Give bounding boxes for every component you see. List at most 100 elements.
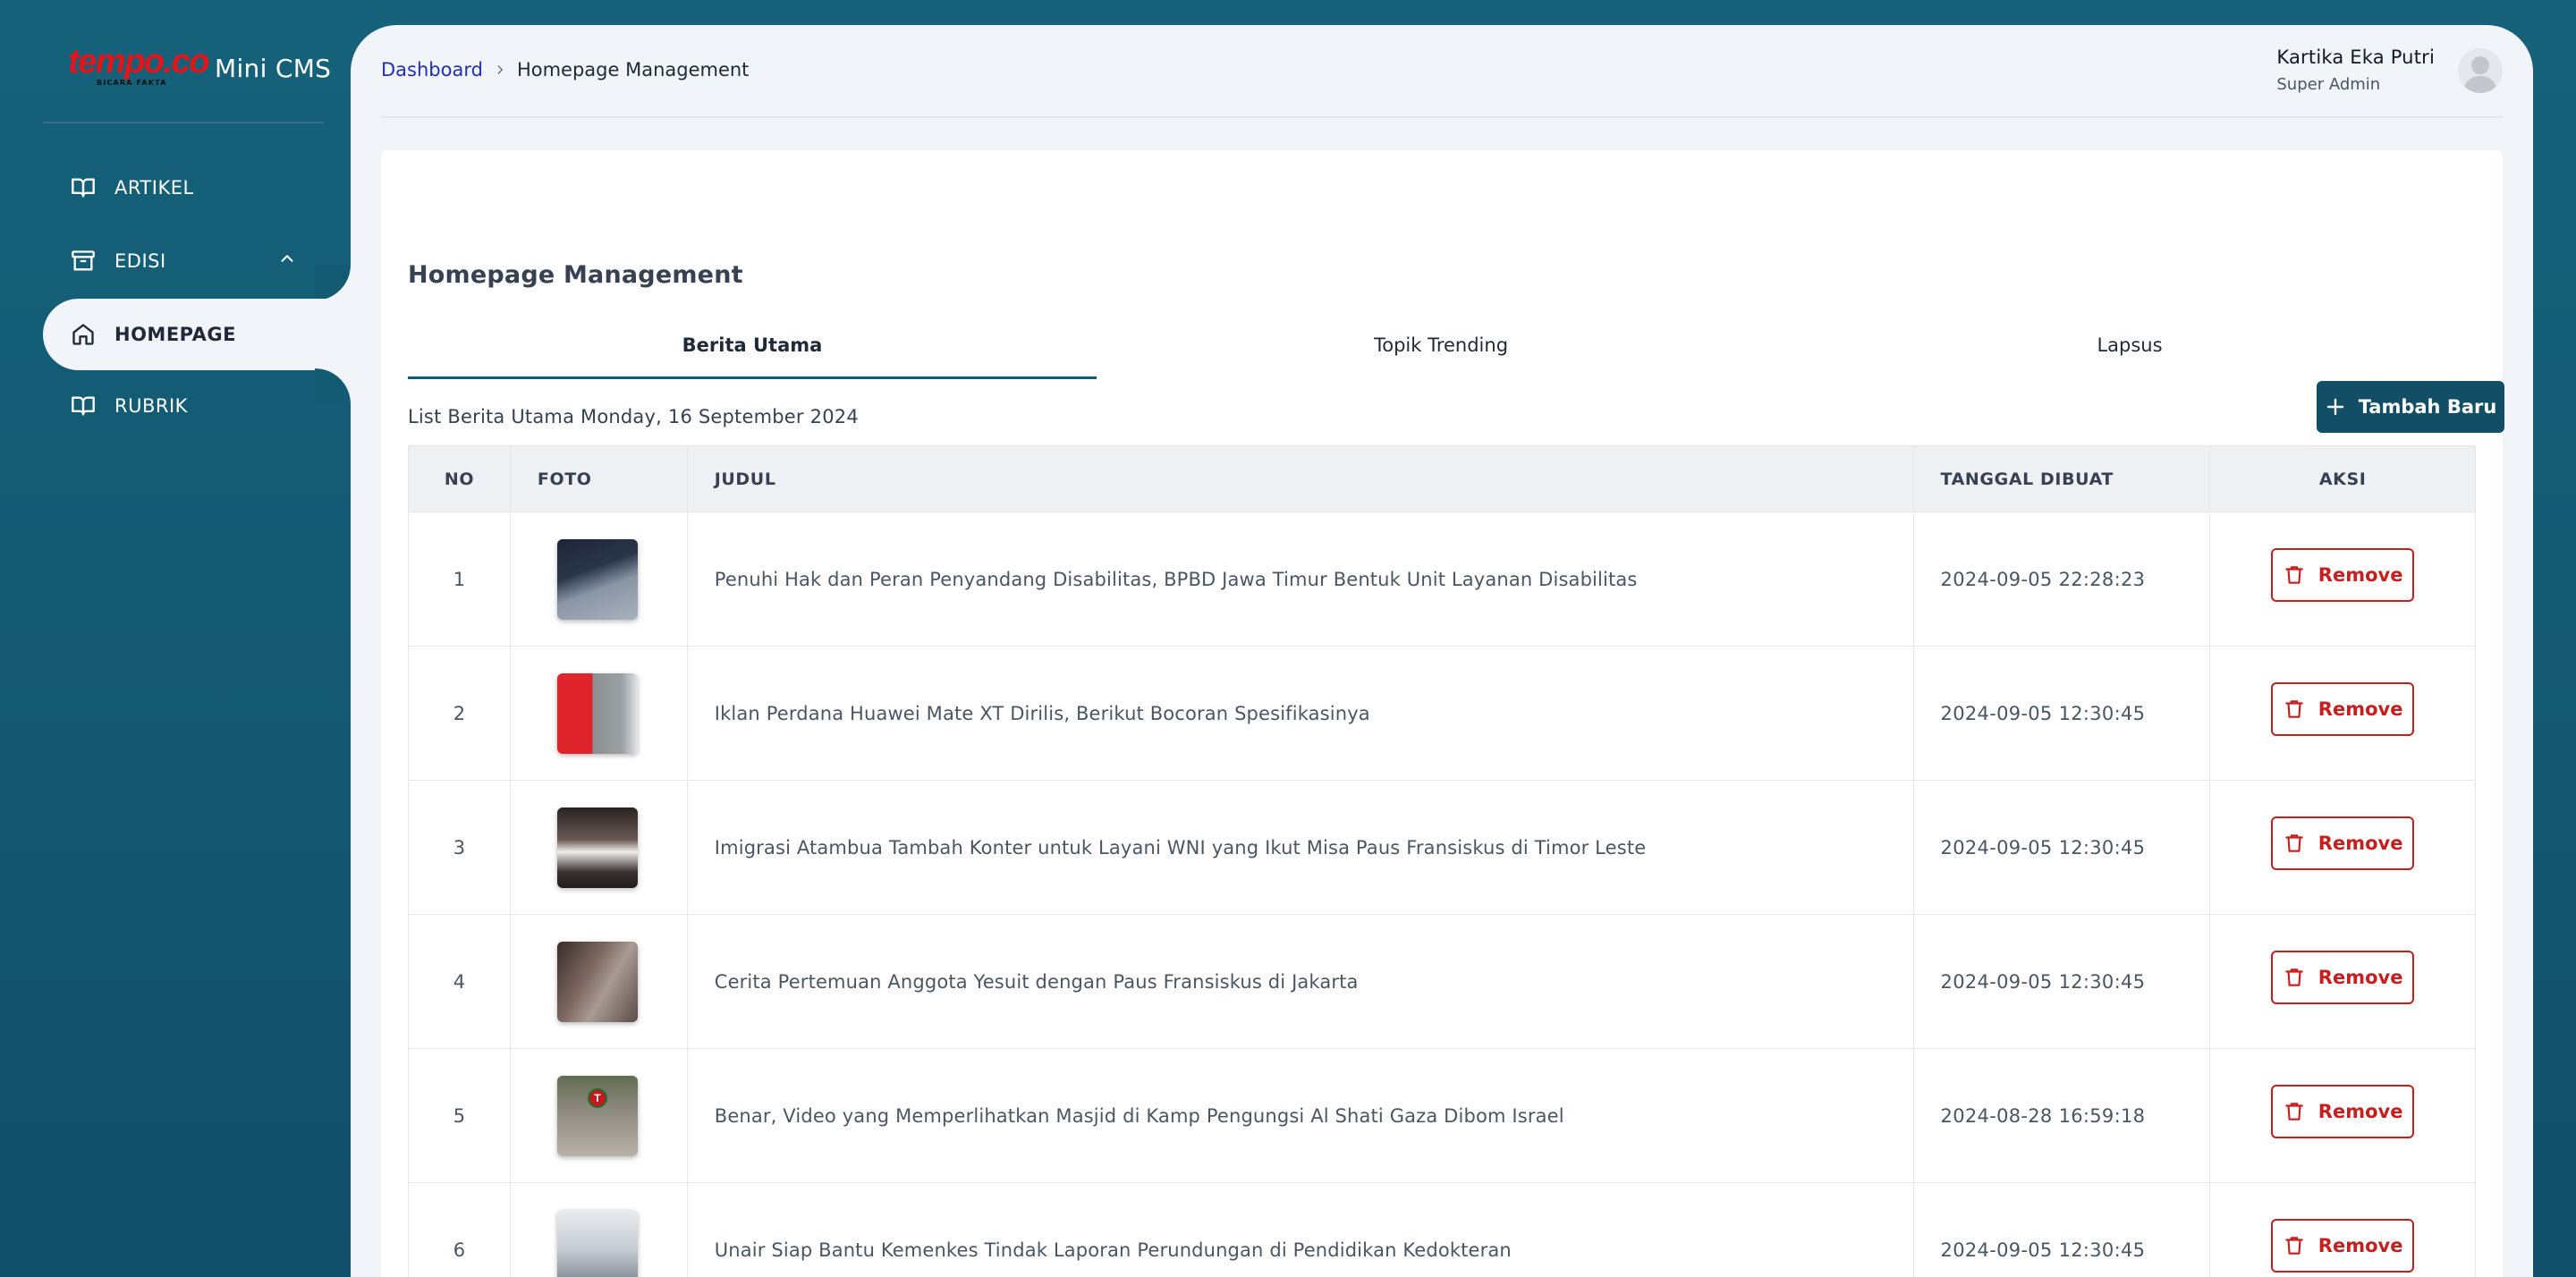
article-thumbnail: T	[556, 1075, 638, 1156]
row-number: 2	[409, 647, 511, 780]
table-row: 1 Penuhi Hak dan Peran Penyandang Disabi…	[409, 512, 2475, 647]
tambah-baru-label: Tambah Baru	[2358, 396, 2497, 418]
remove-button[interactable]: Remove	[2271, 1218, 2415, 1273]
user-role: Super Admin	[2276, 75, 2381, 94]
chevron-up-icon[interactable]	[277, 249, 302, 274]
sidebar-item-edisi[interactable]: EDISI	[43, 225, 351, 297]
table-header: NO FOTO JUDUL TANGGAL DIBUAT AKSI	[409, 446, 2475, 512]
remove-label: Remove	[2318, 1234, 2403, 1256]
row-date: 2024-09-05 12:30:45	[1914, 781, 2211, 914]
remove-button[interactable]: Remove	[2271, 950, 2415, 1004]
app-root: tempo.co BICARA FAKTA Mini CMS ARTIKEL E…	[0, 0, 2576, 1277]
trash-icon	[2283, 832, 2306, 855]
breadcrumb-dashboard-link[interactable]: Dashboard	[381, 59, 483, 80]
trash-icon	[2283, 966, 2306, 989]
table-row: 2 Iklan Perdana Huawei Mate XT Dirilis, …	[409, 647, 2475, 781]
row-actions: Remove	[2210, 512, 2475, 646]
column-header-aksi: AKSI	[2318, 469, 2367, 489]
user-info: Kartika Eka Putri Super Admin	[2276, 47, 2435, 94]
tab-berita-utama[interactable]: Berita Utama	[408, 311, 1097, 379]
remove-button[interactable]: Remove	[2271, 816, 2415, 870]
chevron-right-icon	[494, 63, 506, 76]
remove-button[interactable]: Remove	[2271, 1084, 2415, 1138]
remove-label: Remove	[2318, 832, 2403, 854]
article-thumbnail	[556, 538, 638, 620]
row-number: 6	[409, 1183, 511, 1277]
user-menu[interactable]: Kartika Eka Putri Super Admin	[2276, 47, 2503, 94]
book-open-icon	[70, 174, 97, 201]
remove-label: Remove	[2318, 698, 2403, 720]
article-thumbnail	[556, 941, 638, 1022]
row-photo-cell	[511, 781, 688, 914]
trash-icon	[2283, 563, 2306, 587]
row-photo-cell: T	[511, 1049, 688, 1182]
tempo-badge-icon: T	[587, 1087, 607, 1108]
logo-tagline: BICARA FAKTA	[97, 79, 167, 87]
row-title: Benar, Video yang Memperlihatkan Masjid …	[688, 1049, 1914, 1182]
user-name: Kartika Eka Putri	[2276, 47, 2435, 68]
avatar-icon[interactable]	[2458, 47, 2503, 93]
remove-button[interactable]: Remove	[2271, 681, 2415, 736]
sidebar-item-rubrik[interactable]: RUBRIK	[43, 370, 351, 442]
row-number: 4	[409, 915, 511, 1048]
home-icon	[70, 321, 97, 348]
article-thumbnail	[556, 672, 638, 754]
page-title: Homepage Management	[408, 261, 743, 289]
tambah-baru-button[interactable]: Tambah Baru	[2317, 381, 2504, 433]
row-title: Unair Siap Bantu Kemenkes Tindak Laporan…	[688, 1183, 1914, 1277]
column-header-foto: FOTO	[511, 446, 688, 512]
logo-wordmark: tempo.co	[68, 43, 209, 80]
row-date: 2024-09-05 12:30:45	[1914, 647, 2211, 780]
sidebar-item-label: HOMEPAGE	[114, 324, 236, 345]
main-panel: Dashboard Homepage Management Kartika Ek…	[351, 25, 2533, 1277]
row-actions: Remove	[2210, 1183, 2475, 1277]
top-bar: Dashboard Homepage Management Kartika Ek…	[381, 25, 2503, 118]
app-title: Mini CMS	[215, 53, 332, 83]
row-photo-cell	[511, 915, 688, 1048]
row-date: 2024-09-05 22:28:23	[1914, 512, 2211, 646]
brand[interactable]: tempo.co BICARA FAKTA Mini CMS	[68, 45, 331, 91]
remove-button[interactable]: Remove	[2271, 547, 2415, 602]
row-number: 3	[409, 781, 511, 914]
column-header-tanggal: TANGGAL DIBUAT	[1914, 446, 2211, 512]
trash-icon	[2283, 698, 2306, 721]
tab-topik-trending[interactable]: Topik Trending	[1097, 311, 1785, 379]
list-caption: List Berita Utama Monday, 16 September 2…	[408, 406, 859, 427]
row-date: 2024-08-28 16:59:18	[1914, 1049, 2211, 1182]
sidebar-item-homepage[interactable]: HOMEPAGE	[43, 299, 351, 370]
row-title: Cerita Pertemuan Anggota Yesuit dengan P…	[688, 915, 1914, 1048]
row-actions: Remove	[2210, 1049, 2475, 1182]
book-open-icon	[70, 393, 97, 419]
table-row: 4 Cerita Pertemuan Anggota Yesuit dengan…	[409, 915, 2475, 1049]
table-row: 3 Imigrasi Atambua Tambah Konter untuk L…	[409, 781, 2475, 915]
tempo-logo[interactable]: tempo.co BICARA FAKTA	[68, 45, 209, 91]
row-actions: Remove	[2210, 781, 2475, 914]
sidebar-item-label: EDISI	[114, 250, 166, 272]
column-header-no: NO	[409, 446, 511, 512]
remove-label: Remove	[2318, 966, 2403, 988]
sidebar-item-artikel[interactable]: ARTIKEL	[43, 152, 351, 224]
row-number: 1	[409, 512, 511, 646]
tab-bar: Berita Utama Topik Trending Lapsus	[408, 311, 2474, 379]
archive-icon	[70, 248, 97, 275]
table-row: 5 T Benar, Video yang Memperlihatkan Mas…	[409, 1049, 2475, 1183]
breadcrumb: Dashboard Homepage Management	[381, 59, 749, 80]
active-tab-curve-top	[315, 265, 351, 300]
tab-lapsus[interactable]: Lapsus	[1785, 311, 2474, 379]
row-date: 2024-09-05 12:30:45	[1914, 1183, 2211, 1277]
plus-icon	[2325, 396, 2346, 418]
remove-label: Remove	[2318, 563, 2403, 586]
row-number: 5	[409, 1049, 511, 1182]
row-title: Imigrasi Atambua Tambah Konter untuk Lay…	[688, 781, 1914, 914]
remove-label: Remove	[2318, 1100, 2403, 1122]
sidebar: tempo.co BICARA FAKTA Mini CMS ARTIKEL E…	[0, 0, 351, 1277]
trash-icon	[2283, 1234, 2306, 1257]
sidebar-divider	[43, 122, 324, 123]
row-photo-cell	[511, 1183, 688, 1277]
table-row: 6 Unair Siap Bantu Kemenkes Tindak Lapor…	[409, 1183, 2475, 1277]
row-title: Iklan Perdana Huawei Mate XT Dirilis, Be…	[688, 647, 1914, 780]
article-thumbnail	[556, 807, 638, 888]
article-thumbnail	[556, 1209, 638, 1277]
sidebar-item-label: ARTIKEL	[114, 177, 194, 199]
content-card: Homepage Management Berita Utama Topik T…	[381, 150, 2504, 1277]
